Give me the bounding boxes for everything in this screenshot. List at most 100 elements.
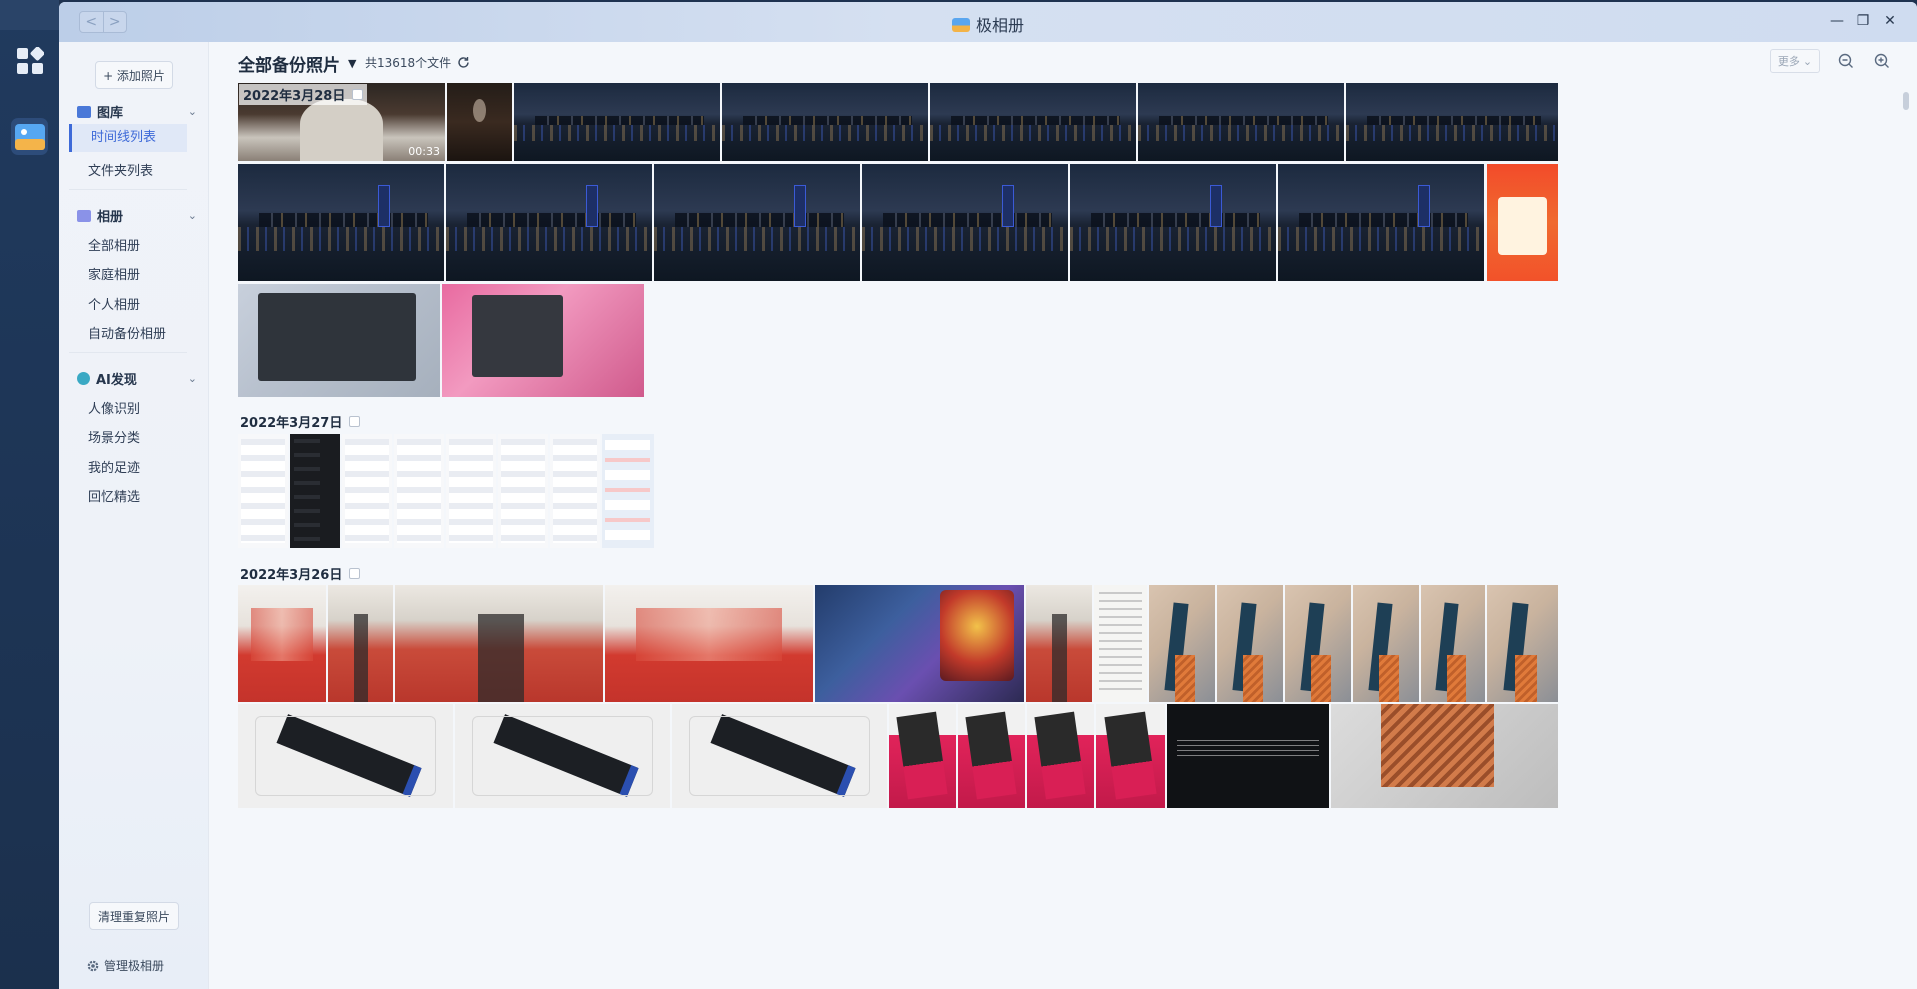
more-label: 更多 <box>1777 55 1800 68</box>
scrollbar-thumb[interactable] <box>1903 92 1909 110</box>
select-day-checkbox[interactable] <box>349 568 361 579</box>
photo-thumbnail[interactable] <box>394 434 444 548</box>
sidebar-item-my-footprints[interactable]: 我的足迹 <box>88 457 140 476</box>
photo-thumbnail[interactable] <box>238 434 288 548</box>
sidebar-item-folders[interactable]: 文件夹列表 <box>88 160 153 179</box>
library-label: 图库 <box>97 106 124 121</box>
add-photos-button[interactable]: + 添加照片 <box>95 61 173 89</box>
albums-section-header[interactable]: 相册 ⌄ <box>77 206 197 225</box>
chevron-down-icon: ⌄ <box>1802 54 1813 68</box>
photo-thumbnail[interactable] <box>1138 83 1344 161</box>
photo-thumbnail[interactable] <box>446 164 652 281</box>
chevron-down-icon: ⌄ <box>187 372 197 385</box>
photo-thumbnail[interactable] <box>238 284 440 397</box>
sidebar-item-personal-albums[interactable]: 个人相册 <box>88 294 140 313</box>
photo-thumbnail[interactable] <box>1026 585 1092 702</box>
photo-thumbnail[interactable] <box>672 704 887 808</box>
caret-down-icon: ▼ <box>348 57 357 70</box>
photo-thumbnail[interactable] <box>1094 585 1147 702</box>
photo-thumbnail[interactable] <box>722 83 928 161</box>
photo-thumbnail[interactable] <box>550 434 600 548</box>
more-button[interactable]: 更多 ⌄ <box>1770 49 1820 73</box>
app-grid-icon[interactable] <box>11 42 48 79</box>
photo-thumbnail[interactable] <box>889 704 956 808</box>
photo-thumbnail[interactable] <box>1346 83 1558 161</box>
photo-thumbnail[interactable] <box>958 704 1025 808</box>
photo-thumbnail[interactable] <box>1149 585 1215 702</box>
select-day-checkbox[interactable] <box>349 416 361 427</box>
photo-thumbnail[interactable] <box>328 585 393 702</box>
photo-thumbnail[interactable] <box>442 284 644 397</box>
photo-thumbnail[interactable] <box>238 164 444 281</box>
photo-thumbnail[interactable] <box>1278 164 1484 281</box>
photo-thumbnail[interactable] <box>605 585 813 702</box>
photo-thumbnail[interactable] <box>1070 164 1276 281</box>
gear-icon <box>87 960 99 971</box>
photo-thumbnail[interactable] <box>1421 585 1485 702</box>
image-icon <box>77 105 91 118</box>
sidebar-item-timeline[interactable]: 时间线列表 <box>69 124 187 152</box>
photo-app-icon[interactable] <box>11 118 48 155</box>
zoom-out-icon[interactable] <box>1836 51 1856 71</box>
manage-app-link[interactable]: 管理极相册 <box>86 957 164 974</box>
date-label: 2022年3月26日 <box>240 568 343 583</box>
divider <box>69 352 187 353</box>
manage-label: 管理极相册 <box>104 959 165 973</box>
photo-thumbnail[interactable] <box>395 585 603 702</box>
title-bar: < > 极相册 — ❐ ✕ <box>59 2 1917 42</box>
photo-thumbnail[interactable] <box>514 83 720 161</box>
minimize-button[interactable]: — <box>1828 13 1846 29</box>
photo-thumbnail[interactable] <box>930 83 1136 161</box>
photo-thumbnail[interactable] <box>290 434 340 548</box>
library-section-header[interactable]: 图库 ⌄ <box>77 102 197 121</box>
photo-thumbnail[interactable] <box>1217 585 1283 702</box>
photo-thumbnail[interactable] <box>1353 585 1419 702</box>
desktop-dock <box>0 0 59 989</box>
photo-thumbnail[interactable] <box>1285 585 1351 702</box>
select-day-checkbox[interactable] <box>352 89 364 100</box>
chevron-down-icon: ⌄ <box>187 209 197 222</box>
file-count-text: 共13618个文件 <box>365 56 452 70</box>
photo-thumbnail[interactable] <box>447 83 512 161</box>
photo-thumbnail[interactable] <box>815 585 1024 702</box>
date-group-header: 2022年3月28日 <box>239 84 368 105</box>
photo-thumbnail[interactable] <box>1167 704 1329 808</box>
close-button[interactable]: ✕ <box>1881 13 1899 29</box>
sidebar-item-auto-backup-albums[interactable]: 自动备份相册 <box>88 323 166 342</box>
ai-label: AI发现 <box>96 373 137 388</box>
photo-thumbnail[interactable] <box>602 434 654 548</box>
photo-thumbnail[interactable] <box>1331 704 1558 808</box>
zoom-in-icon[interactable] <box>1872 51 1892 71</box>
photo-thumbnail[interactable] <box>1487 585 1558 702</box>
photo-thumbnail[interactable] <box>1487 164 1558 281</box>
chevron-down-icon: ⌄ <box>187 105 197 118</box>
album-icon <box>77 209 91 222</box>
photo-thumbnail[interactable] <box>1096 704 1165 808</box>
photo-thumbnail[interactable] <box>862 164 1068 281</box>
sidebar-item-memories[interactable]: 回忆精选 <box>88 486 140 505</box>
sidebar: + 添加照片 图库 ⌄ 时间线列表 文件夹列表 相册 ⌄ 全部相册 家庭相册 个… <box>59 42 209 989</box>
album-selector[interactable]: 全部备份照片 ▼ <box>238 51 356 76</box>
photo-thumbnail[interactable] <box>446 434 496 548</box>
divider <box>69 189 187 190</box>
sidebar-item-all-albums[interactable]: 全部相册 <box>88 235 140 254</box>
photo-thumbnail[interactable] <box>455 704 670 808</box>
photo-thumbnail[interactable] <box>498 434 548 548</box>
scrollbar[interactable] <box>1903 92 1909 982</box>
date-group-header: 2022年3月26日 <box>240 564 361 583</box>
date-group-header: 2022年3月27日 <box>240 412 361 431</box>
sidebar-item-family-albums[interactable]: 家庭相册 <box>88 264 140 283</box>
photo-thumbnail[interactable] <box>238 704 453 808</box>
photo-thumbnail[interactable] <box>1027 704 1094 808</box>
maximize-button[interactable]: ❐ <box>1854 13 1872 29</box>
photo-thumbnail[interactable] <box>654 164 860 281</box>
photo-thumbnail[interactable] <box>342 434 392 548</box>
ai-section-header[interactable]: AI发现 ⌄ <box>77 369 197 388</box>
sidebar-item-face-recognition[interactable]: 人像识别 <box>88 398 140 417</box>
photo-thumbnail[interactable] <box>238 585 326 702</box>
video-duration: 00:33 <box>408 145 440 158</box>
clean-duplicates-button[interactable]: 清理重复照片 <box>89 902 179 930</box>
sidebar-item-scene-classification[interactable]: 场景分类 <box>88 427 140 446</box>
albums-label: 相册 <box>97 210 124 225</box>
refresh-icon[interactable] <box>457 56 470 69</box>
